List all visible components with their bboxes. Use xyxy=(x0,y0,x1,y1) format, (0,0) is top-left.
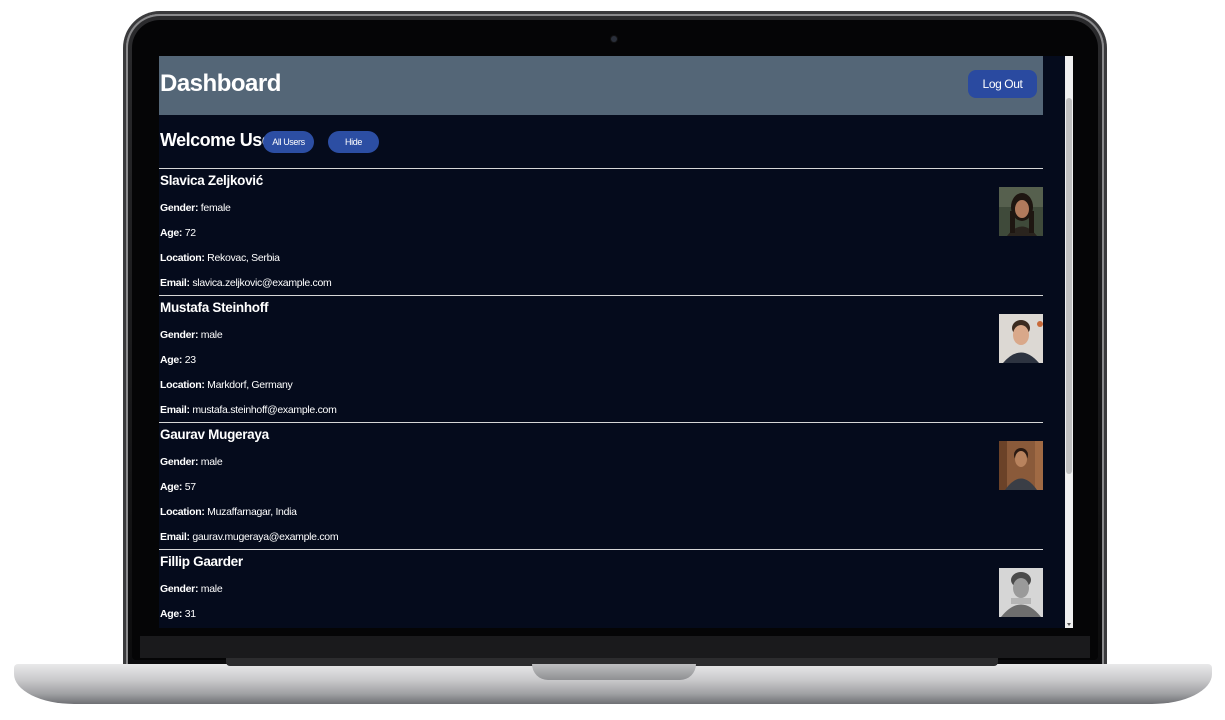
user-email: Email: slavica.zeljkovic@example.com xyxy=(160,277,332,289)
avatar xyxy=(999,314,1043,363)
avatar xyxy=(999,568,1043,617)
user-name: Slavica Zeljković xyxy=(160,173,263,188)
user-email: Email: gaurav.mugeraya@example.com xyxy=(160,531,339,543)
user-location: Location: Markdorf, Germany xyxy=(160,379,293,391)
user-name: Mustafa Steinhoff xyxy=(160,300,269,315)
all-users-button[interactable]: All Users xyxy=(263,131,314,153)
user-gender: Gender: male xyxy=(160,456,223,468)
user-gender: Gender: male xyxy=(160,583,223,595)
user-card: Slavica Zeljković Gender: female Age: 72… xyxy=(159,168,1043,295)
user-email: Email: mustafa.steinhoff@example.com xyxy=(160,404,337,416)
user-gender: Gender: female xyxy=(160,202,231,214)
page-title: Dashboard xyxy=(160,70,281,97)
app-screen: Dashboard Log Out Welcome User All Users… xyxy=(159,56,1073,628)
avatar xyxy=(999,187,1043,236)
welcome-heading: Welcome User xyxy=(160,130,278,150)
avatar xyxy=(999,441,1043,490)
user-name: Gaurav Mugeraya xyxy=(160,427,269,442)
logout-button[interactable]: Log Out xyxy=(968,70,1037,98)
user-gender: Gender: male xyxy=(160,329,223,341)
scroll-down-icon[interactable] xyxy=(1067,623,1071,626)
user-card: Mustafa Steinhoff Gender: male Age: 23 L… xyxy=(159,295,1043,422)
user-age: Age: 31 xyxy=(160,608,196,620)
laptop-notch xyxy=(532,664,696,680)
user-location: Location: Muzaffarnagar, India xyxy=(160,506,297,518)
camera-icon xyxy=(611,36,617,42)
user-age: Age: 23 xyxy=(160,354,196,366)
laptop-chin xyxy=(140,636,1090,658)
user-age: Age: 57 xyxy=(160,481,196,493)
scrollbar-thumb[interactable] xyxy=(1066,98,1072,474)
user-card: Gaurav Mugeraya Gender: male Age: 57 Loc… xyxy=(159,422,1043,549)
user-age: Age: 72 xyxy=(160,227,196,239)
user-list: Slavica Zeljković Gender: female Age: 72… xyxy=(159,168,1043,628)
hide-button[interactable]: Hide xyxy=(328,131,379,153)
user-card: Fillip Gaarder Gender: male Age: 31 xyxy=(159,549,1043,628)
app-header: Dashboard Log Out xyxy=(159,56,1043,115)
user-location: Location: Rekovac, Serbia xyxy=(160,252,280,264)
scrollbar[interactable] xyxy=(1065,56,1073,628)
user-name: Fillip Gaarder xyxy=(160,554,243,569)
